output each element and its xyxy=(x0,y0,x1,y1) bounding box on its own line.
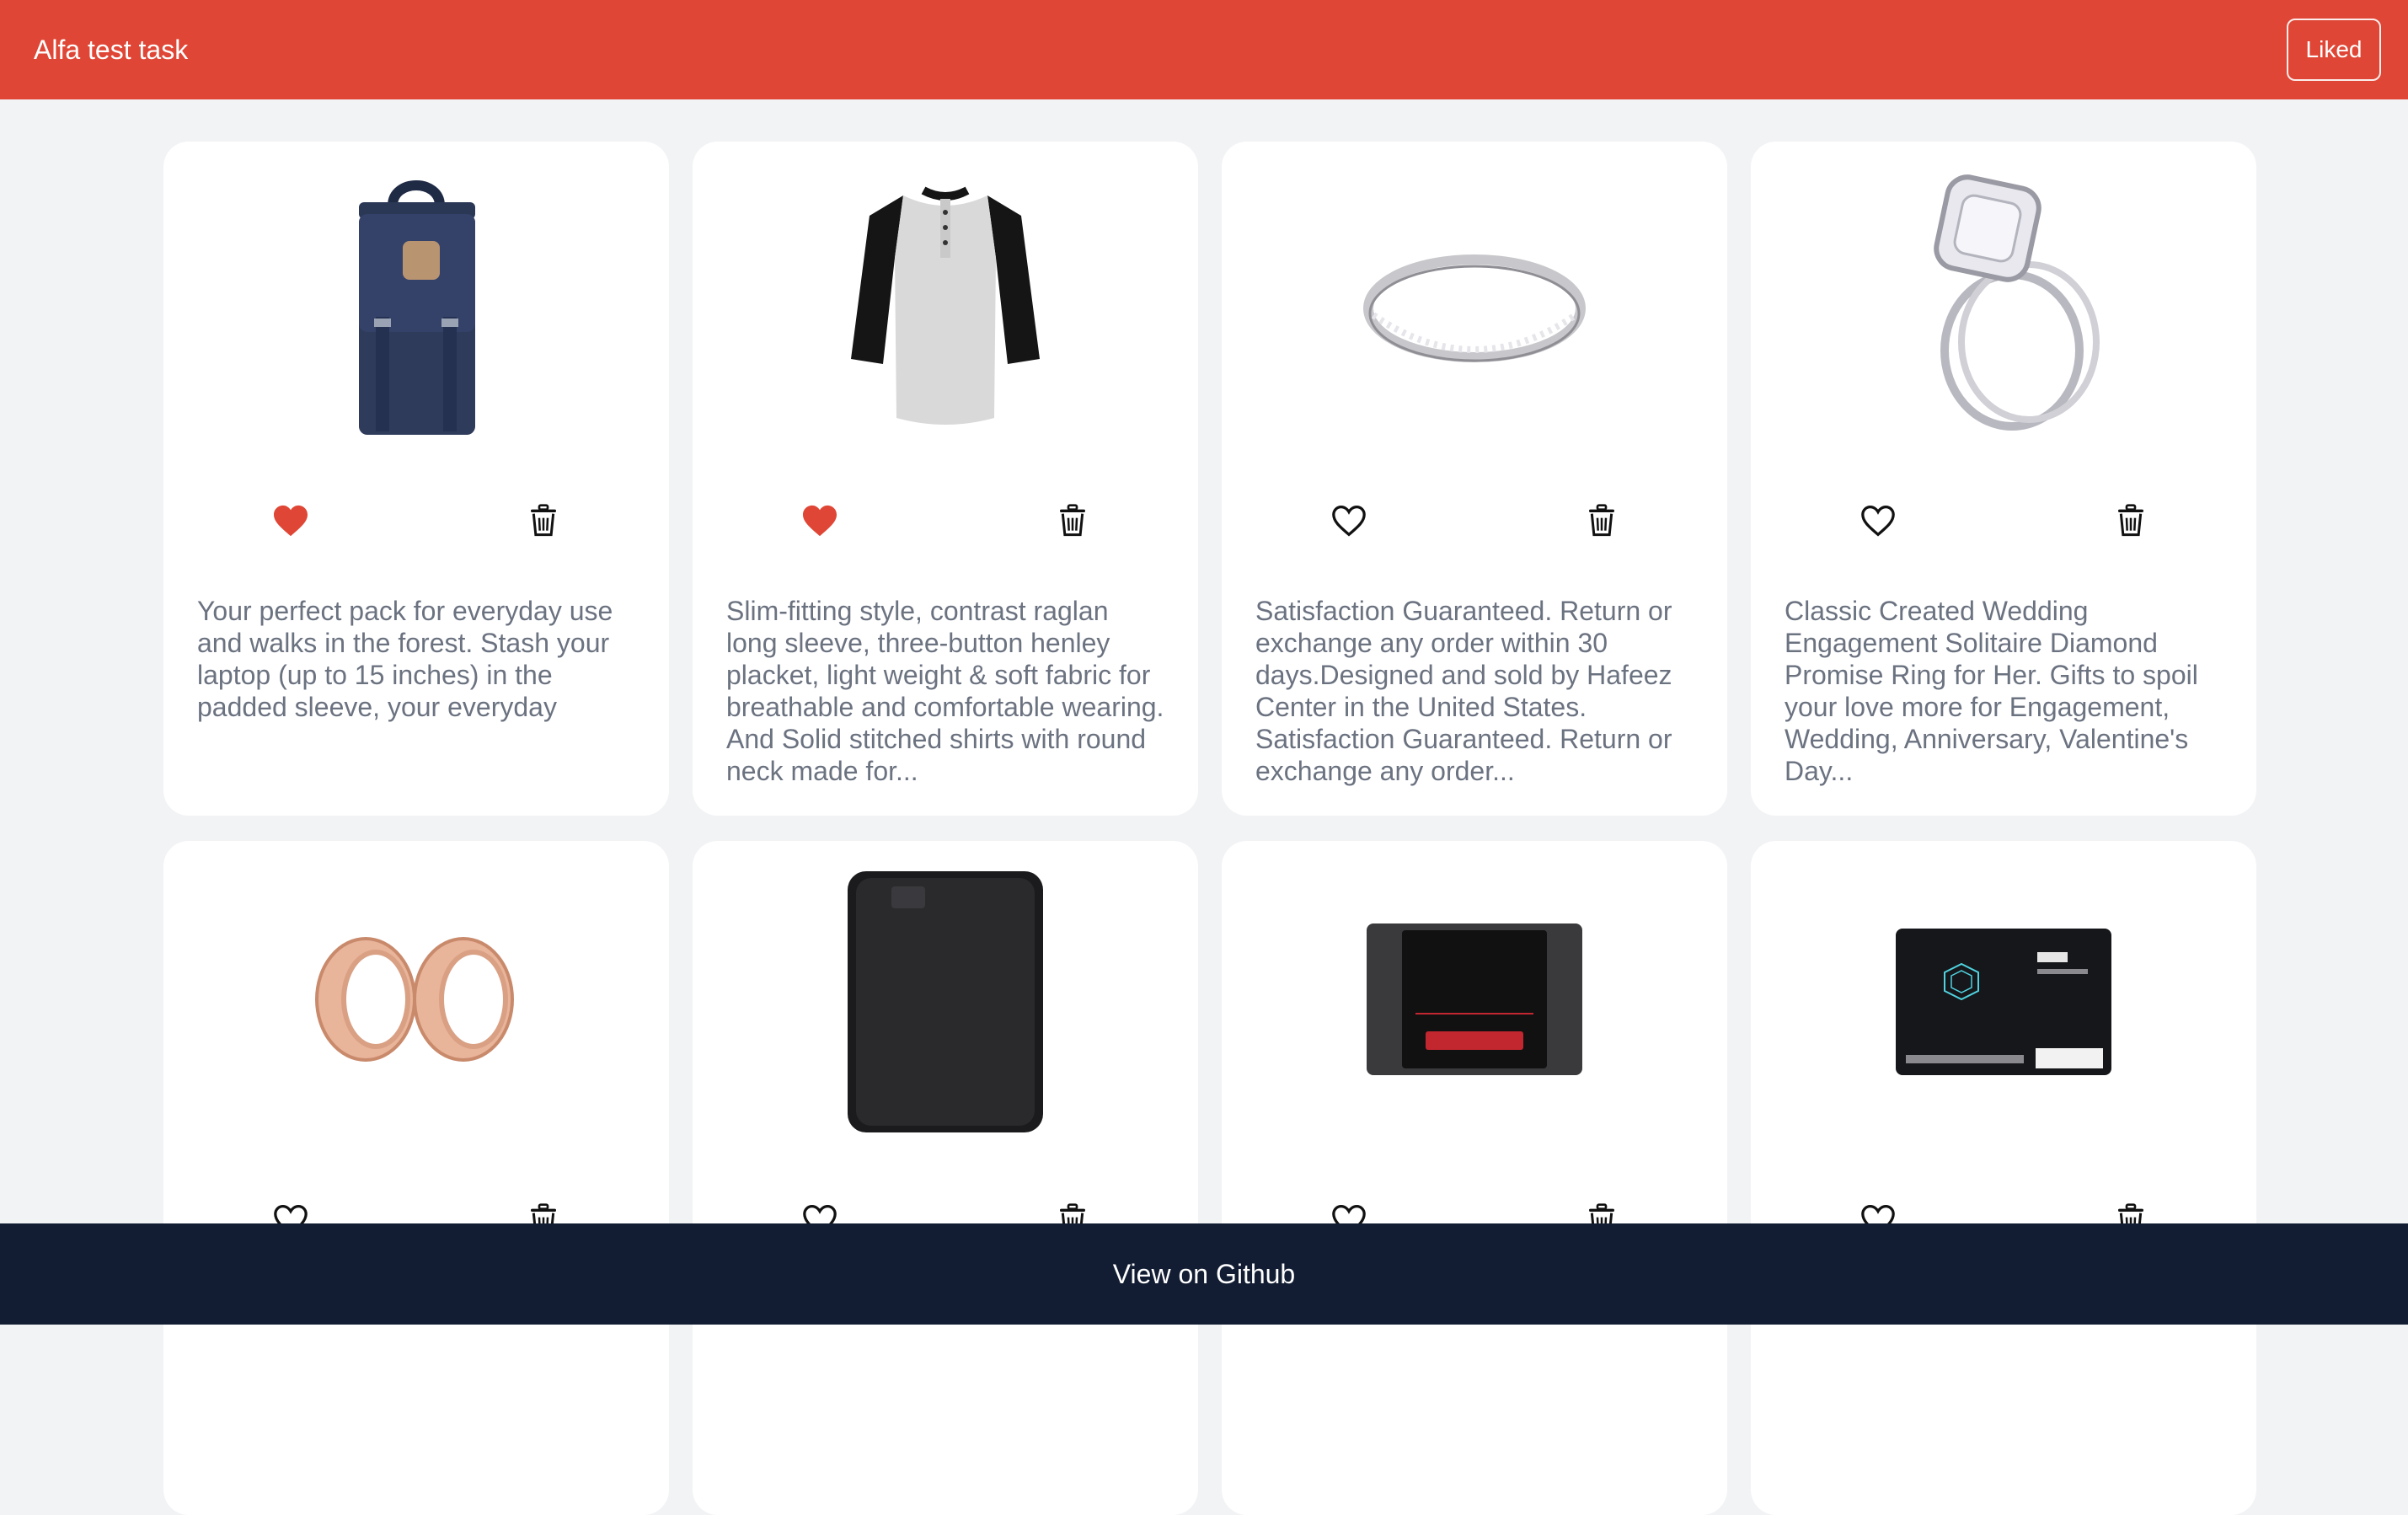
card-actions xyxy=(1751,495,2256,546)
backpack-image xyxy=(359,180,475,435)
rose-gold-plugs-image xyxy=(315,937,514,1062)
heart-outline-icon xyxy=(1861,505,1895,537)
delete-button[interactable] xyxy=(518,495,569,546)
product-image xyxy=(1751,865,2256,1134)
card-actions xyxy=(1222,495,1727,546)
card-actions xyxy=(163,495,669,546)
heart-outline-icon xyxy=(1332,505,1366,537)
product-image xyxy=(693,165,1198,435)
product-image xyxy=(1751,165,2256,435)
diamond-ring-image xyxy=(1934,174,2100,431)
sandisk-ssd-image xyxy=(1367,923,1582,1075)
external-drive-image xyxy=(848,871,1043,1132)
like-button[interactable] xyxy=(1853,495,1903,546)
liked-filter-button[interactable]: Liked xyxy=(2287,19,2381,81)
product-card xyxy=(1222,841,1727,1515)
product-card xyxy=(163,841,669,1515)
like-button[interactable] xyxy=(1324,495,1374,546)
app-title: Alfa test task xyxy=(34,34,189,65)
product-description: Satisfaction Guaranteed. Return or excha… xyxy=(1255,596,1672,786)
silicon-power-ssd-image xyxy=(1896,929,2111,1075)
trash-icon xyxy=(531,504,556,537)
shirt-image xyxy=(851,186,1040,425)
silver-ring-image xyxy=(1363,254,1586,362)
product-image xyxy=(163,865,669,1134)
product-image xyxy=(1222,165,1727,435)
product-card: Satisfaction Guaranteed. Return or excha… xyxy=(1222,142,1727,816)
product-image xyxy=(163,165,669,435)
delete-button[interactable] xyxy=(2106,495,2156,546)
delete-button[interactable] xyxy=(1576,495,1627,546)
like-button[interactable] xyxy=(265,495,316,546)
product-card xyxy=(693,841,1198,1515)
app-header: Alfa test task Liked xyxy=(0,0,2408,99)
trash-icon xyxy=(1589,504,1614,537)
product-image xyxy=(693,865,1198,1134)
product-description: Slim-fitting style, contrast raglan long… xyxy=(726,596,1164,786)
heart-filled-icon xyxy=(274,505,308,537)
product-image xyxy=(1222,865,1727,1134)
app-footer: View on Github xyxy=(0,1223,2408,1325)
product-description: Your perfect pack for everyday use and w… xyxy=(197,596,613,722)
like-button[interactable] xyxy=(795,495,845,546)
trash-icon xyxy=(1060,504,1085,537)
heart-filled-icon xyxy=(803,505,837,537)
trash-icon xyxy=(2118,504,2143,537)
product-card xyxy=(1751,841,2256,1515)
product-description: Classic Created Wedding Engagement Solit… xyxy=(1785,596,2198,786)
product-card: Slim-fitting style, contrast raglan long… xyxy=(693,142,1198,816)
product-card: Your perfect pack for everyday use and w… xyxy=(163,142,669,816)
github-link[interactable]: View on Github xyxy=(1113,1259,1295,1290)
product-card: Classic Created Wedding Engagement Solit… xyxy=(1751,142,2256,816)
delete-button[interactable] xyxy=(1047,495,1098,546)
card-actions xyxy=(693,495,1198,546)
